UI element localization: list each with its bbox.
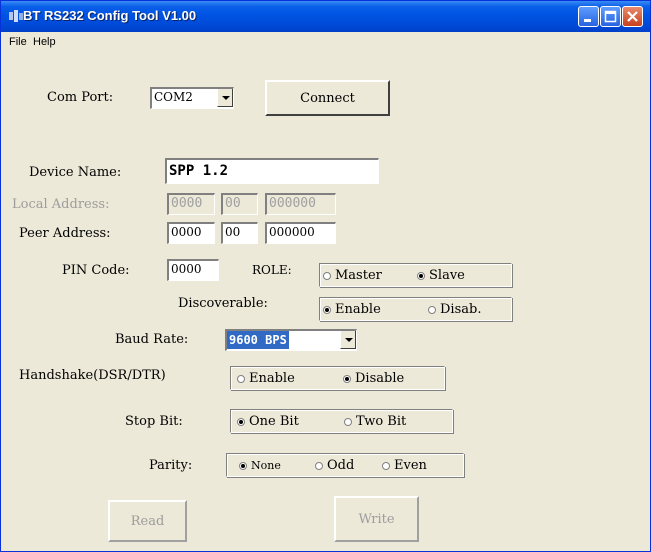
parity-even-label: Even: [394, 458, 427, 473]
radio-selected-icon: [343, 374, 351, 383]
parity-odd-radio[interactable]: Odd: [315, 458, 354, 473]
discoverable-disable-label: Disab.: [440, 302, 482, 317]
peer-address-part2[interactable]: 00: [221, 222, 258, 244]
handshake-enable-label: Enable: [249, 371, 295, 386]
discoverable-disable-radio[interactable]: Disab.: [428, 302, 481, 317]
parity-none-radio[interactable]: None: [239, 459, 281, 472]
handshake-enable-radio[interactable]: Enable: [237, 371, 295, 386]
stop-bit-one-label: One Bit: [249, 414, 299, 429]
menu-help[interactable]: Help: [33, 36, 56, 48]
radio-icon: [428, 305, 436, 314]
parity-even-radio[interactable]: Even: [382, 458, 427, 473]
local-address-part1: 0000: [167, 193, 215, 215]
title-bar[interactable]: BT RS232 Config Tool V1.00: [1, 1, 650, 32]
radio-icon: [382, 461, 390, 470]
role-group: Master Slave: [319, 263, 512, 287]
radio-icon: [323, 271, 331, 280]
menu-bar: File Help: [1, 32, 650, 54]
role-master-label: Master: [335, 268, 382, 283]
minimize-button[interactable]: [578, 6, 599, 27]
chevron-down-icon[interactable]: [217, 89, 233, 107]
discoverable-group: Enable Disab.: [319, 297, 512, 321]
handshake-disable-label: Disable: [355, 371, 405, 386]
com-port-label: Com Port:: [47, 90, 114, 105]
parity-none-label: None: [251, 459, 281, 472]
handshake-group: Enable Disable: [230, 366, 445, 390]
write-button[interactable]: Write: [334, 496, 419, 542]
stop-bit-two-label: Two Bit: [356, 414, 407, 429]
radio-icon: [315, 461, 323, 470]
close-icon: [627, 11, 638, 22]
window-title: BT RS232 Config Tool V1.00: [23, 8, 197, 23]
stop-bit-group: One Bit Two Bit: [230, 409, 453, 433]
radio-icon: [237, 374, 245, 383]
discoverable-label: Discoverable:: [178, 296, 268, 311]
stop-bit-two-radio[interactable]: Two Bit: [344, 414, 406, 429]
maximize-button[interactable]: [600, 6, 621, 27]
chevron-down-icon[interactable]: [340, 331, 356, 349]
parity-label: Parity:: [149, 458, 193, 473]
discoverable-enable-label: Enable: [335, 302, 381, 317]
minimize-icon: [584, 19, 591, 22]
peer-address-label: Peer Address:: [19, 226, 111, 241]
baud-rate-select[interactable]: 9600 BPS: [225, 329, 357, 351]
maximize-icon: [604, 10, 617, 23]
radio-selected-icon: [417, 271, 425, 280]
role-master-radio[interactable]: Master: [323, 268, 382, 283]
local-address-label: Local Address:: [12, 197, 110, 212]
radio-icon: [344, 417, 352, 426]
handshake-disable-radio[interactable]: Disable: [343, 371, 404, 386]
discoverable-enable-radio[interactable]: Enable: [323, 302, 381, 317]
device-name-input[interactable]: SPP 1.2: [165, 158, 379, 184]
parity-group: None Odd Even: [226, 453, 464, 477]
parity-odd-label: Odd: [327, 458, 355, 473]
radio-selected-icon: [239, 461, 247, 470]
peer-address-part3[interactable]: 000000: [265, 222, 336, 244]
role-slave-label: Slave: [429, 268, 465, 283]
radio-selected-icon: [237, 417, 245, 426]
stop-bit-label: Stop Bit:: [125, 414, 183, 429]
radio-selected-icon: [323, 305, 331, 314]
app-window: BT RS232 Config Tool V1.00 File Help Com…: [0, 0, 651, 552]
menu-file[interactable]: File: [9, 36, 27, 48]
app-icon: [9, 10, 23, 22]
role-slave-radio[interactable]: Slave: [417, 268, 465, 283]
role-label: ROLE:: [252, 263, 292, 277]
local-address-part2: 00: [221, 193, 258, 215]
peer-address-part1[interactable]: 0000: [167, 222, 215, 244]
device-name-label: Device Name:: [29, 165, 122, 180]
pin-code-label: PIN Code:: [62, 263, 130, 278]
baud-rate-label: Baud Rate:: [115, 332, 189, 347]
close-button[interactable]: [622, 6, 643, 27]
com-port-value: COM2: [154, 90, 193, 104]
read-button[interactable]: Read: [108, 500, 187, 542]
local-address-part3: 000000: [265, 193, 336, 215]
connect-button[interactable]: Connect: [265, 80, 390, 116]
stop-bit-one-radio[interactable]: One Bit: [237, 414, 299, 429]
baud-rate-value: 9600 BPS: [227, 331, 289, 349]
com-port-select[interactable]: COM2: [150, 87, 234, 109]
pin-code-input[interactable]: 0000: [167, 259, 219, 281]
handshake-label: Handshake(DSR/DTR): [19, 368, 166, 383]
